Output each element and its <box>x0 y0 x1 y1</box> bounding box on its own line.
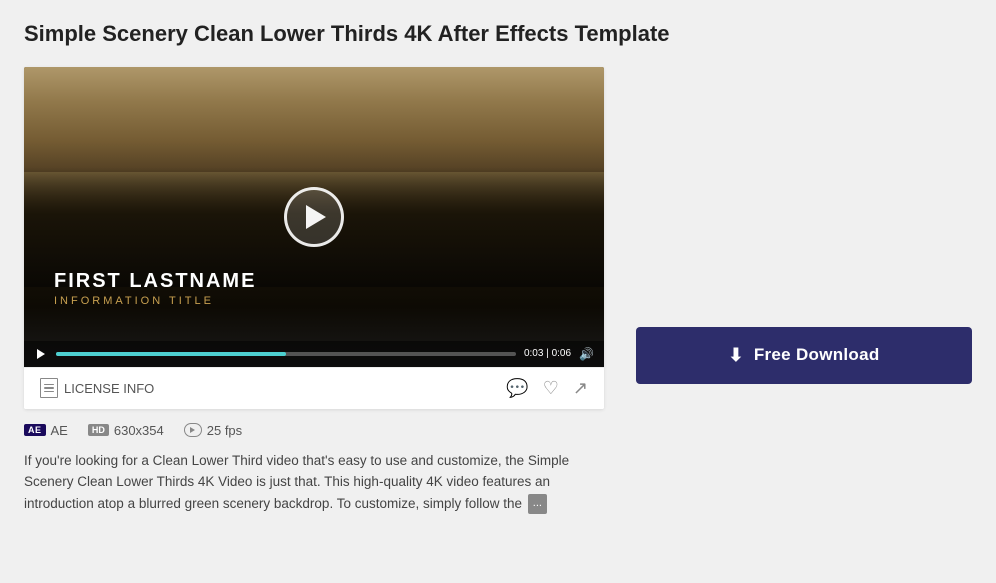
software-label: AE <box>51 423 68 438</box>
video-bottom-bar: LICENSE INFO 💬 ♡ ↗ <box>24 367 604 409</box>
progress-bar[interactable] <box>56 352 516 356</box>
right-column: ⬇ Free Download <box>636 67 972 384</box>
share-icon[interactable]: ↗ <box>573 378 588 399</box>
lower-thirds-name: FIRST LASTNAME <box>54 270 256 293</box>
meta-row: AE AE HD 630x354 25 fps <box>24 423 604 438</box>
volume-icon[interactable]: 🔊 <box>579 347 594 361</box>
lower-thirds: FIRST LASTNAME INFORMATION TITLE <box>54 270 256 307</box>
description-text: If you're looking for a Clean Lower Thir… <box>24 453 569 511</box>
page-wrapper: Simple Scenery Clean Lower Thirds 4K Aft… <box>0 0 996 583</box>
video-player[interactable]: FIRST LASTNAME INFORMATION TITLE <box>24 67 604 367</box>
video-controls: 0:03 | 0:06 🔊 <box>24 341 604 367</box>
hd-badge: HD <box>88 424 109 436</box>
page-title: Simple Scenery Clean Lower Thirds 4K Aft… <box>24 20 972 49</box>
play-triangle-icon <box>306 205 326 229</box>
progress-fill <box>56 352 286 356</box>
description-more-button[interactable]: ... <box>528 494 547 514</box>
resolution-label: 630x354 <box>114 423 164 438</box>
description: If you're looking for a Clean Lower Thir… <box>24 450 604 515</box>
ae-badge: AE <box>24 424 46 436</box>
play-button[interactable] <box>284 187 344 247</box>
bottom-actions: 💬 ♡ ↗ <box>506 378 588 399</box>
download-icon: ⬇ <box>728 345 743 366</box>
content-row: FIRST LASTNAME INFORMATION TITLE <box>24 67 972 515</box>
ctrl-play-button[interactable] <box>34 347 48 361</box>
ctrl-play-icon <box>37 349 45 359</box>
license-info-label: LICENSE INFO <box>64 381 154 396</box>
video-container: FIRST LASTNAME INFORMATION TITLE <box>24 67 604 409</box>
lower-thirds-title: INFORMATION TITLE <box>54 295 256 307</box>
software-badge: AE AE <box>24 423 68 438</box>
time-display: 0:03 | 0:06 <box>524 348 571 359</box>
left-column: FIRST LASTNAME INFORMATION TITLE <box>24 67 604 515</box>
license-info-button[interactable]: LICENSE INFO <box>40 378 154 398</box>
download-label: Free Download <box>754 345 880 365</box>
like-icon[interactable]: ♡ <box>543 378 559 399</box>
license-document-icon <box>40 378 58 398</box>
fps-badge: 25 fps <box>184 423 242 438</box>
fps-label: 25 fps <box>207 423 242 438</box>
free-download-button[interactable]: ⬇ Free Download <box>636 327 972 384</box>
resolution-badge: HD 630x354 <box>88 423 164 438</box>
comment-icon[interactable]: 💬 <box>506 378 528 399</box>
fps-icon <box>184 423 202 437</box>
